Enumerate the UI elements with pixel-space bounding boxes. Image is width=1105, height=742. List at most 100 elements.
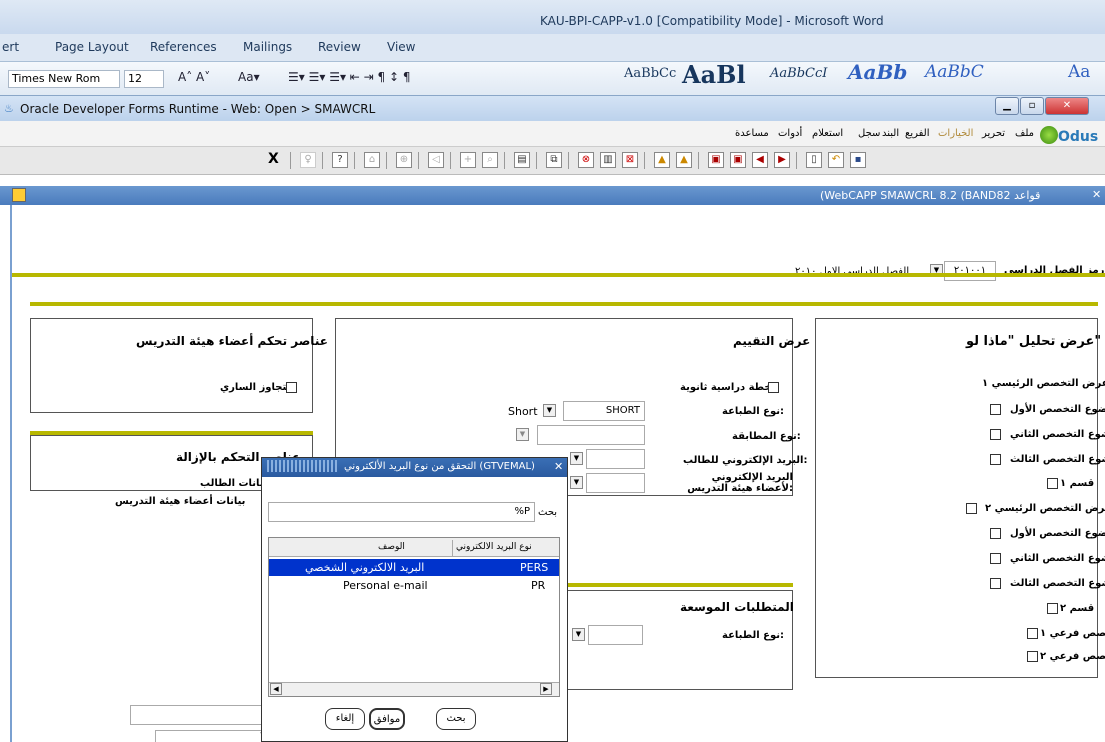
faculty-email-dropdown[interactable]: ▼	[570, 476, 583, 489]
font-name-box[interactable]: Times New Rom	[8, 70, 120, 88]
insert-record-icon[interactable]: +	[460, 152, 476, 168]
style-heading3[interactable]: AaBbC	[925, 62, 984, 82]
speaker-icon[interactable]: ◁	[428, 152, 444, 168]
minor2-checkbox[interactable]	[1027, 651, 1038, 662]
lower-input[interactable]	[130, 705, 270, 725]
word-tab-insert[interactable]: ert	[2, 40, 19, 54]
rollback-icon[interactable]: ↶	[828, 152, 844, 168]
java-icon: ♨	[4, 102, 14, 115]
major1-concentration1-checkbox[interactable]	[990, 404, 1001, 415]
lov-row-description: Personal e-mail	[343, 579, 428, 592]
term-code-input[interactable]: ٢٠١٠٠١	[944, 261, 996, 281]
major2-concentration2-label: موضوع التخصص الثاني	[1010, 553, 1105, 564]
major2-checkbox[interactable]	[966, 503, 977, 514]
horizontal-scrollbar[interactable]	[269, 682, 559, 696]
department1-checkbox[interactable]	[1047, 478, 1058, 489]
major2-concentration2-checkbox[interactable]	[990, 553, 1001, 564]
form-icon	[12, 188, 26, 202]
menu-item[interactable]: البند	[882, 128, 899, 139]
previous-block-icon[interactable]: ◀	[752, 152, 768, 168]
copy-icon[interactable]: ⧉	[546, 152, 562, 168]
maximize-button[interactable]: ▫	[1020, 97, 1044, 115]
style-heading1[interactable]: AaBl	[682, 60, 746, 89]
department2-checkbox[interactable]	[1047, 603, 1058, 614]
menu-query[interactable]: استعلام	[812, 128, 843, 139]
form-close-icon[interactable]: ✕	[1092, 188, 1101, 201]
major2-concentration1-checkbox[interactable]	[990, 528, 1001, 539]
match-type-input[interactable]	[537, 425, 645, 445]
search-icon[interactable]: ⌕	[482, 152, 498, 168]
dialog-close-icon[interactable]: ✕	[554, 460, 563, 473]
student-email-input[interactable]	[586, 449, 645, 469]
word-tab-review[interactable]: Review	[318, 40, 361, 54]
first-record-icon[interactable]: ▣	[708, 152, 724, 168]
major1-concentration2-checkbox[interactable]	[990, 429, 1001, 440]
delete-record-icon[interactable]: ⊗	[578, 152, 594, 168]
style-heading2[interactable]: AaBb	[848, 60, 907, 84]
word-tab-view[interactable]: View	[387, 40, 415, 54]
save-icon[interactable]: ▪	[850, 152, 866, 168]
grow-font-icon[interactable]: A˄ A˅	[178, 70, 210, 88]
print-type-dropdown[interactable]: ▼	[543, 404, 556, 417]
word-tab-references[interactable]: References	[150, 40, 217, 54]
faculty-email-input[interactable]	[586, 473, 645, 493]
style-title[interactable]: Aa	[1068, 62, 1090, 82]
col-email-type-header[interactable]: نوع البريد الالكتروني	[456, 542, 532, 552]
last-record-icon[interactable]: ▣	[730, 152, 746, 168]
dialog-drag-handle[interactable]	[267, 460, 339, 472]
secondary-plan-checkbox[interactable]	[768, 382, 779, 393]
scroll-left-icon[interactable]: ◀	[270, 683, 282, 695]
menu-help[interactable]: مساعدة	[735, 128, 769, 139]
major1-concentration3-checkbox[interactable]	[990, 454, 1001, 465]
menu-record[interactable]: سجل	[858, 128, 880, 139]
print-preview-icon[interactable]: ⌂	[364, 152, 380, 168]
close-window-button[interactable]: ✕	[1045, 97, 1089, 115]
minor1-checkbox[interactable]	[1027, 628, 1038, 639]
lov-row-code: PR	[531, 579, 546, 592]
execute-query-icon[interactable]: ▲	[676, 152, 692, 168]
lower-input-2[interactable]: ٢	[155, 730, 270, 742]
menu-options[interactable]: الخيارات	[938, 128, 973, 139]
help-icon[interactable]: ?	[332, 152, 348, 168]
exit-icon[interactable]: X	[268, 151, 279, 167]
dialog-ok-button[interactable]: موافق	[369, 708, 405, 730]
menu-edit[interactable]: تحرير	[982, 128, 1005, 139]
change-case-icon[interactable]: Aa▾	[238, 70, 260, 88]
style-subtitle[interactable]: AaBbCcI	[770, 66, 827, 81]
print-type-description: Short	[508, 405, 538, 418]
font-size-box[interactable]: 12	[124, 70, 164, 88]
col-description-header[interactable]: الوصف	[378, 542, 405, 552]
what-if-panel	[815, 318, 1098, 678]
hint-icon[interactable]: ♀	[300, 152, 316, 168]
print-icon[interactable]: ▤	[514, 152, 530, 168]
scroll-right-icon[interactable]: ▶	[540, 683, 552, 695]
minor1-label: تخصص فرعي ١	[1040, 628, 1105, 639]
style-normal[interactable]: AaBbCc	[624, 66, 676, 81]
minimize-button[interactable]: ▁	[995, 97, 1019, 115]
dialog-search-input[interactable]: %P	[268, 502, 535, 522]
dialog-search-button[interactable]: بحث	[436, 708, 476, 730]
menu-file[interactable]: ملف	[1015, 128, 1034, 139]
database-icon[interactable]: ▥	[600, 152, 616, 168]
ext-print-type-dropdown[interactable]: ▼	[572, 628, 585, 641]
menu-tools[interactable]: أدوات	[778, 128, 802, 139]
globe-icon[interactable]: ⊕	[396, 152, 412, 168]
next-block-icon[interactable]: ▶	[774, 152, 790, 168]
major2-concentration3-checkbox[interactable]	[990, 578, 1001, 589]
enter-query-icon[interactable]: ▲	[654, 152, 670, 168]
menu-block[interactable]: الفريع	[905, 128, 930, 139]
student-email-dropdown[interactable]: ▼	[570, 452, 583, 465]
paragraph-tools-icon[interactable]: ☰▾ ☰▾ ☰▾ ⇤ ⇥ ¶ ↕ ¶	[288, 70, 410, 88]
current-override-checkbox[interactable]	[286, 382, 297, 393]
dialog-cancel-button[interactable]: إلغاء	[325, 708, 365, 730]
match-type-dropdown[interactable]: ▼	[516, 428, 529, 441]
toolbar-separator	[504, 152, 505, 169]
word-tab-page-layout[interactable]: Page Layout	[55, 40, 129, 54]
word-tab-mailings[interactable]: Mailings	[243, 40, 292, 54]
secondary-plan-label: خطة دراسية ثانوية	[680, 382, 772, 393]
ext-print-type-input[interactable]	[588, 625, 643, 645]
print-type-input[interactable]: SHORT	[563, 401, 645, 421]
document-icon[interactable]: ▯	[806, 152, 822, 168]
cancel-query-icon[interactable]: ⊠	[622, 152, 638, 168]
what-if-title: عرض تحليل "ماذا لو"	[966, 334, 1102, 349]
